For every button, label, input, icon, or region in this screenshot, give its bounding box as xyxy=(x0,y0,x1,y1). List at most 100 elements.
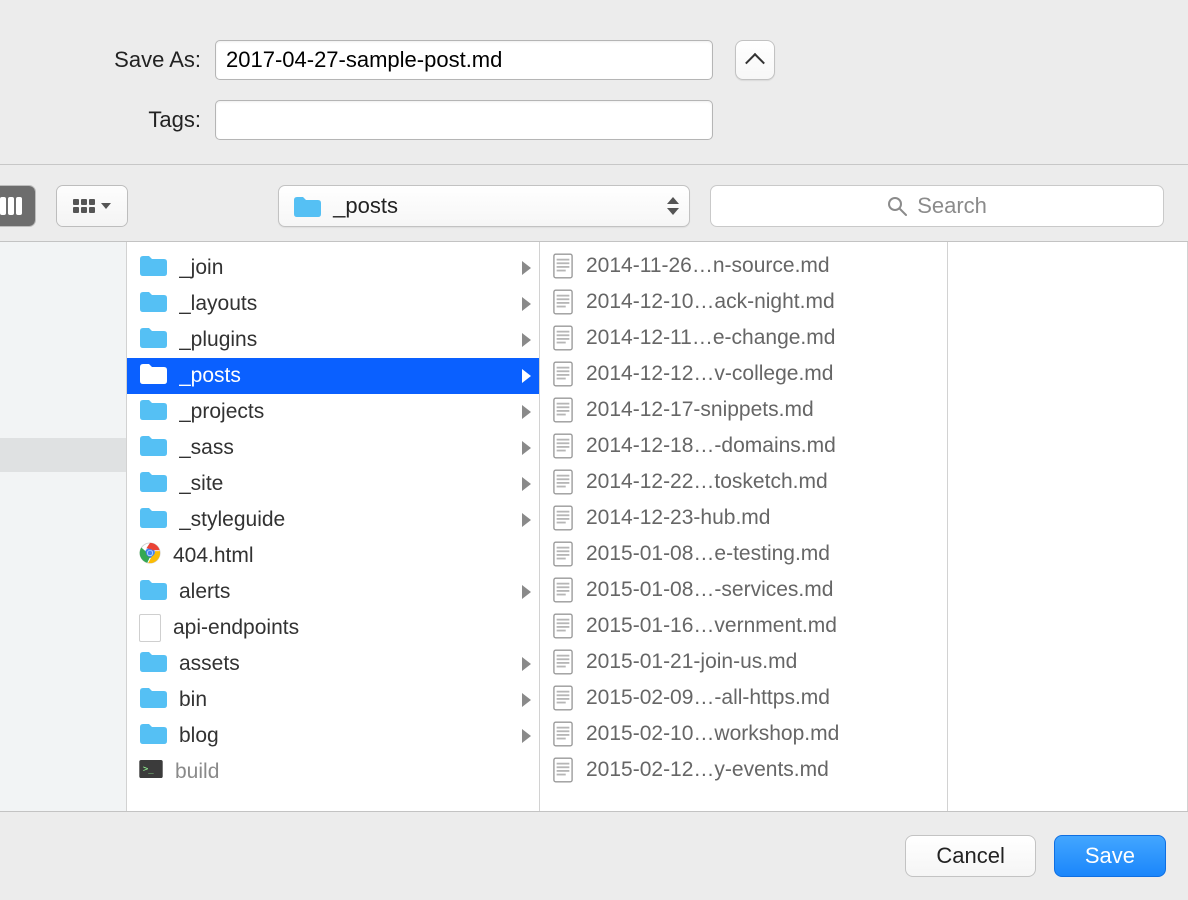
folder-row[interactable]: alerts xyxy=(127,574,539,610)
file-row[interactable]: 2014-12-12…v-college.md xyxy=(540,356,947,392)
file-row[interactable]: 2015-02-12…y-events.md xyxy=(540,752,947,788)
folder-icon xyxy=(293,195,321,217)
disclosure-arrow-icon xyxy=(522,513,531,527)
folder-icon xyxy=(139,686,167,714)
folder-row[interactable]: _posts xyxy=(127,358,539,394)
folder-name: _includes xyxy=(179,242,510,244)
folder-name: _sass xyxy=(179,436,510,460)
document-icon xyxy=(552,288,574,316)
folder-row[interactable]: _join xyxy=(127,250,539,286)
file-row[interactable]: 2014-12-17-snippets.md xyxy=(540,392,947,428)
disclosure-arrow-icon xyxy=(522,369,531,383)
file-row[interactable]: 2015-01-08…-services.md xyxy=(540,572,947,608)
file-row[interactable]: 2014-12-11…e-change.md xyxy=(540,320,947,356)
folder-row[interactable]: _layouts xyxy=(127,286,539,322)
document-icon xyxy=(552,360,574,388)
file-row[interactable]: 2015-01-21-join-us.md xyxy=(540,644,947,680)
document-icon xyxy=(552,468,574,496)
folder-row[interactable]: api-endpoints xyxy=(127,610,539,646)
location-stepper-icon xyxy=(667,197,679,215)
folder-row[interactable]: blog xyxy=(127,718,539,754)
file-row[interactable]: 2014-12-22…tosketch.md xyxy=(540,464,947,500)
folder-icon xyxy=(139,398,167,426)
file-row[interactable]: 2014-12-23-hub.md xyxy=(540,500,947,536)
folder-name: _projects xyxy=(179,400,510,424)
folder-name: 404.html xyxy=(173,544,531,568)
file-name: 2014-12-11…e-change.md xyxy=(586,326,935,350)
folder-row[interactable]: _projects xyxy=(127,394,539,430)
disclosure-arrow-icon xyxy=(522,297,531,311)
view-mode-segment[interactable] xyxy=(0,185,36,227)
folder-row[interactable]: _plugins xyxy=(127,322,539,358)
arrange-button[interactable] xyxy=(57,186,127,226)
file-name: 2014-12-18…-domains.md xyxy=(586,434,935,458)
disclosure-arrow-icon xyxy=(522,477,531,491)
folder-row[interactable]: 404.html xyxy=(127,538,539,574)
search-icon xyxy=(887,196,907,216)
document-icon xyxy=(552,576,574,604)
folder-name: build xyxy=(175,760,531,784)
search-field[interactable]: Search xyxy=(710,185,1164,227)
file-name: 2014-12-10…ack-night.md xyxy=(586,290,935,314)
folder-row[interactable]: bin xyxy=(127,682,539,718)
document-icon xyxy=(552,252,574,280)
sidebar[interactable] xyxy=(0,242,127,811)
file-column[interactable]: 2014-11-26…n-source.md 2014-12-10…ack-nig… xyxy=(540,242,948,811)
document-icon xyxy=(552,324,574,352)
columns-icon xyxy=(0,197,22,215)
tags-row: Tags: xyxy=(40,100,1148,140)
folder-name: bin xyxy=(179,688,510,712)
save-button[interactable]: Save xyxy=(1054,835,1166,877)
disclosure-arrow-icon xyxy=(522,261,531,275)
document-icon xyxy=(552,504,574,532)
folder-row[interactable]: _sass xyxy=(127,430,539,466)
document-icon xyxy=(552,720,574,748)
file-name: 2014-12-23-hub.md xyxy=(586,506,935,530)
folder-icon xyxy=(139,722,167,750)
document-icon xyxy=(552,432,574,460)
cancel-button[interactable]: Cancel xyxy=(905,835,1035,877)
folder-row[interactable]: >_ build xyxy=(127,754,539,790)
dialog-footer: Cancel Save xyxy=(0,812,1188,900)
file-row[interactable]: 2015-02-10…workshop.md xyxy=(540,716,947,752)
file-row[interactable]: 2015-01-08…e-testing.md xyxy=(540,536,947,572)
preview-column xyxy=(948,242,1188,811)
folder-row[interactable]: _includes xyxy=(127,242,539,250)
folder-icon xyxy=(139,254,167,282)
folder-icon xyxy=(139,242,167,246)
folder-name: _layouts xyxy=(179,292,510,316)
folder-row[interactable]: _styleguide xyxy=(127,502,539,538)
folder-row[interactable]: assets xyxy=(127,646,539,682)
folder-icon xyxy=(139,434,167,462)
folder-name: alerts xyxy=(179,580,510,604)
folder-icon xyxy=(139,470,167,498)
location-popup[interactable]: _posts xyxy=(278,185,690,227)
search-placeholder: Search xyxy=(917,193,987,219)
svg-text:>_: >_ xyxy=(143,765,154,775)
disclosure-arrow-icon xyxy=(522,333,531,347)
file-name: 2015-02-10…workshop.md xyxy=(586,722,935,746)
file-browser: _includes _join _layouts _plugins _posts _pro… xyxy=(0,241,1188,812)
disclosure-arrow-icon xyxy=(522,729,531,743)
file-row[interactable]: 2014-11-26…n-source.md xyxy=(540,248,947,284)
file-name: 2015-01-08…e-testing.md xyxy=(586,542,935,566)
save-as-input[interactable] xyxy=(215,40,713,80)
folder-column[interactable]: _includes _join _layouts _plugins _posts _pro… xyxy=(127,242,540,811)
document-icon xyxy=(552,648,574,676)
view-columns-button[interactable] xyxy=(0,186,35,226)
file-row[interactable]: 2015-02-09…-all-https.md xyxy=(540,680,947,716)
expand-collapse-button[interactable] xyxy=(735,40,775,80)
file-row[interactable]: 2014-12-18…-domains.md xyxy=(540,428,947,464)
file-name: 2015-01-08…-services.md xyxy=(586,578,935,602)
folder-row[interactable]: _site xyxy=(127,466,539,502)
folder-name: _plugins xyxy=(179,328,510,352)
tags-label: Tags: xyxy=(40,107,215,133)
file-row[interactable]: 2015-01-16…vernment.md xyxy=(540,608,947,644)
file-name: 2015-01-16…vernment.md xyxy=(586,614,935,638)
view-arrange-segment[interactable] xyxy=(56,185,128,227)
tags-input[interactable] xyxy=(215,100,713,140)
file-row[interactable]: 2014-12-10…ack-night.md xyxy=(540,284,947,320)
folder-name: assets xyxy=(179,652,510,676)
chevron-up-icon xyxy=(745,53,765,73)
folder-name: _site xyxy=(179,472,510,496)
